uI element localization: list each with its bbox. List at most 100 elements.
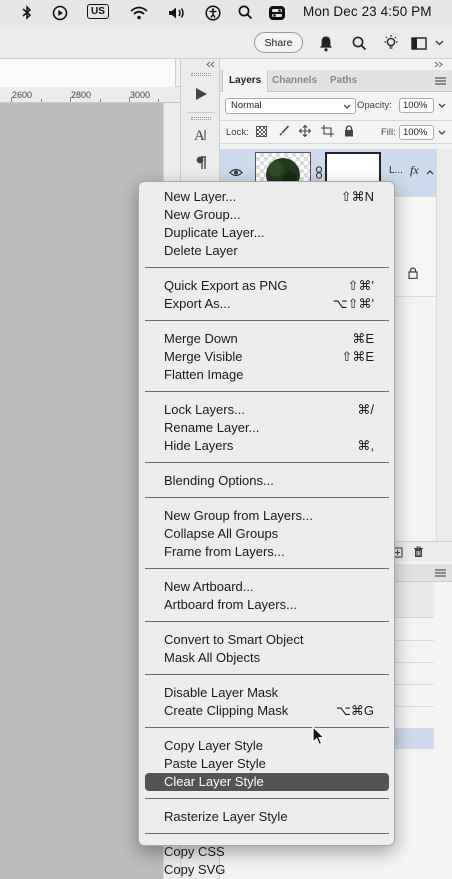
panel-grip-icon[interactable] [191,117,211,120]
menu-item-label: Rename Layer... [164,420,260,435]
bluetooth-icon[interactable] [20,4,34,21]
share-button[interactable]: Share [254,32,303,53]
lock-label: Lock: [226,127,249,138]
discover-lightbulb-icon[interactable] [381,33,401,53]
visibility-eye-icon[interactable] [229,168,243,177]
play-action-icon[interactable] [190,83,212,105]
document-tab[interactable] [0,59,176,87]
blend-mode-select[interactable]: Normal [225,98,356,114]
menu-item-flatten-image[interactable]: Flatten Image [145,366,389,384]
menu-separator [145,462,389,463]
trash-icon[interactable] [413,546,424,558]
ruler-tick-label: 2800 [71,90,92,100]
menu-item-label: Rasterize Layer Style [164,809,288,824]
menu-item-copy-css[interactable]: Copy CSS [145,843,389,861]
menu-item-artboard-from-layers[interactable]: Artboard from Layers... [145,596,389,614]
layers-scrollbar[interactable] [436,149,452,549]
layer-effects-fx-badge[interactable]: fx [410,163,419,178]
tab-paths[interactable]: Paths [324,70,363,92]
blend-mode-value: Normal [231,100,262,111]
menu-item-label: Copy CSS [164,844,225,859]
menu-item-frame-from-layers[interactable]: Frame from Layers... [145,543,389,561]
chevron-down-icon[interactable] [432,33,446,53]
menu-item-collapse-all-groups[interactable]: Collapse All Groups [145,525,389,543]
menu-item-duplicate-layer[interactable]: Duplicate Layer... [145,224,389,242]
menu-item-new-group[interactable]: New Group... [145,206,389,224]
layer-name[interactable]: L... [389,165,403,176]
menu-item-new-layer[interactable]: New Layer... ⇧⌘N [145,188,389,206]
wifi-icon[interactable] [129,4,149,21]
menu-item-create-clipping-mask[interactable]: Create Clipping Mask ⌥⌘G [145,702,389,720]
lock-position-icon[interactable] [299,125,311,137]
menu-item-rasterize-layer-style[interactable]: Rasterize Layer Style [145,808,389,826]
menu-item-merge-down[interactable]: Merge Down ⌘E [145,330,389,348]
lock-transparent-pixels-icon[interactable] [256,126,267,137]
menu-item-label: New Artboard... [164,579,254,594]
menu-item-label: Disable Layer Mask [164,685,279,700]
accessibility-icon[interactable] [204,4,222,21]
tab-layers[interactable]: Layers [222,70,269,92]
menu-item-export-as[interactable]: Export As... ⌥⇧⌘' [145,295,389,313]
menu-item-copy-svg[interactable]: Copy SVG [145,861,389,879]
menu-separator [145,833,389,834]
character-panel-icon[interactable]: A [190,124,212,146]
menu-item-paste-layer-style[interactable]: Paste Layer Style [145,755,389,773]
menu-item-lock-layers[interactable]: Lock Layers... ⌘/ [145,401,389,419]
panel-menu-icon[interactable] [435,569,446,577]
panel-grip-icon[interactable] [191,73,211,76]
collapse-chevrons-icon[interactable] [434,61,444,68]
notifications-bell-icon[interactable] [316,33,336,53]
menu-item-merge-visible[interactable]: Merge Visible ⇧⌘E [145,348,389,366]
lock-all-icon[interactable] [344,125,354,137]
paragraph-panel-icon[interactable] [190,151,212,173]
menu-item-convert-to-smart-object[interactable]: Convert to Smart Object [145,631,389,649]
menu-item-label: Frame from Layers... [164,544,285,559]
menu-item-hide-layers[interactable]: Hide Layers ⌘, [145,437,389,455]
tab-channels[interactable]: Channels [266,70,323,92]
menu-item-label: Lock Layers... [164,402,245,417]
menu-item-label: Paste Layer Style [164,756,266,771]
menu-item-disable-layer-mask[interactable]: Disable Layer Mask [145,684,389,702]
mask-link-icon[interactable] [315,166,323,179]
menu-item-label: Collapse All Groups [164,526,279,541]
menu-item-label: Merge Down [164,331,238,346]
control-center-icon[interactable] [267,4,287,21]
macos-menubar: US Mon Dec 23 4:50 PM [0,0,452,25]
panel-menu-icon[interactable] [435,77,446,85]
menu-item-new-group-from-layers[interactable]: New Group from Layers... [145,507,389,525]
collapse-chevrons-icon[interactable] [205,61,215,68]
menu-item-clear-layer-style[interactable]: Clear Layer Style [145,773,389,791]
menu-item-delete-layer[interactable]: Delete Layer [145,242,389,260]
volume-icon[interactable] [167,4,188,21]
menu-item-new-artboard[interactable]: New Artboard... [145,578,389,596]
svg-text:A: A [194,128,205,143]
menu-separator [145,267,389,268]
ruler-tick-label: 3000 [130,90,151,100]
menu-item-mask-all-objects[interactable]: Mask All Objects [145,649,389,667]
workspace-layout-icon[interactable] [410,33,428,53]
menubar-clock[interactable]: Mon Dec 23 4:50 PM [303,4,432,19]
menu-item-quick-export-as-png[interactable]: Quick Export as PNG ⇧⌘' [145,277,389,295]
chevron-up-icon[interactable] [426,170,434,175]
keyboard-layout-indicator[interactable]: US [87,4,109,19]
menu-item-shortcut: ⌥⌘G [335,703,374,718]
search-icon[interactable] [349,33,369,53]
menu-item-blending-options[interactable]: Blending Options... [145,472,389,490]
chevron-down-icon[interactable] [438,130,446,135]
menu-item-shortcut: ⌘/ [357,402,374,417]
play-circle-icon[interactable] [51,4,69,21]
fill-field[interactable]: 100% [399,125,434,140]
menu-item-copy-layer-style[interactable]: Copy Layer Style [145,737,389,755]
menu-item-label: Convert to Smart Object [164,632,304,647]
chevron-down-icon[interactable] [438,103,446,108]
spotlight-search-icon[interactable] [236,4,254,21]
lock-image-pixels-icon[interactable] [278,125,290,137]
menu-item-label: Artboard from Layers... [164,597,297,612]
menu-item-label: New Layer... [164,189,237,204]
opacity-field[interactable]: 100% [399,98,434,113]
menu-item-label: Quick Export as PNG [164,278,288,293]
menu-item-label: Clear Layer Style [164,774,264,789]
menu-item-rename-layer[interactable]: Rename Layer... [145,419,389,437]
lock-artboard-icon[interactable] [321,125,334,137]
menu-item-shortcut: ⌥⇧⌘' [332,296,374,311]
